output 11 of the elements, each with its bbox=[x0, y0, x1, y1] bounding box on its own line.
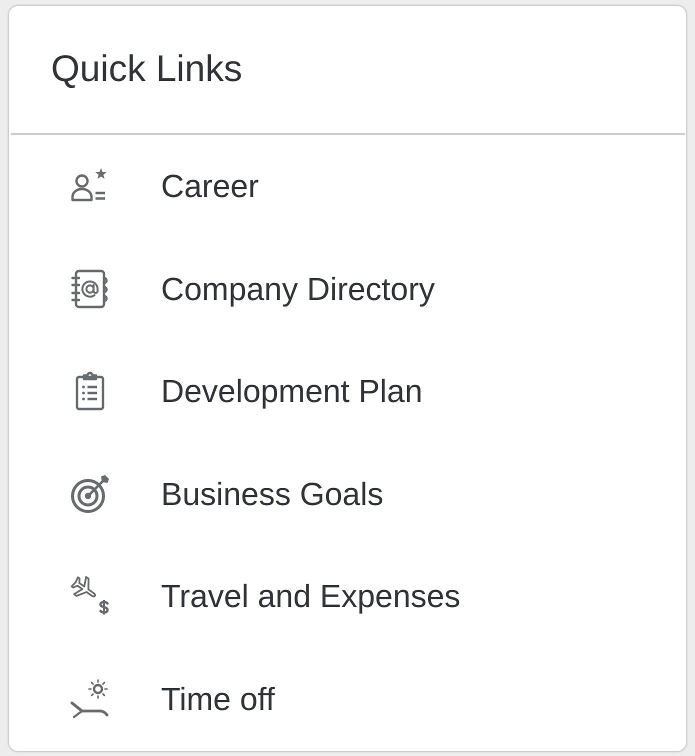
quick-link[interactable]: Company Directory bbox=[70, 268, 435, 309]
quick-link[interactable]: Travel and Expenses bbox=[70, 576, 460, 616]
quick-link[interactable]: Career bbox=[70, 166, 259, 206]
quick-link[interactable]: Time off bbox=[70, 678, 275, 719]
quick-link[interactable]: Development Plan bbox=[70, 371, 422, 412]
airplane-dollar-icon bbox=[70, 576, 110, 616]
sun-lounger-icon bbox=[70, 678, 110, 719]
quick-link[interactable]: Business Goals bbox=[70, 474, 384, 514]
target-arrow-icon bbox=[70, 474, 110, 514]
address-book-icon bbox=[70, 268, 110, 309]
card-title: Quick Links bbox=[51, 47, 242, 92]
